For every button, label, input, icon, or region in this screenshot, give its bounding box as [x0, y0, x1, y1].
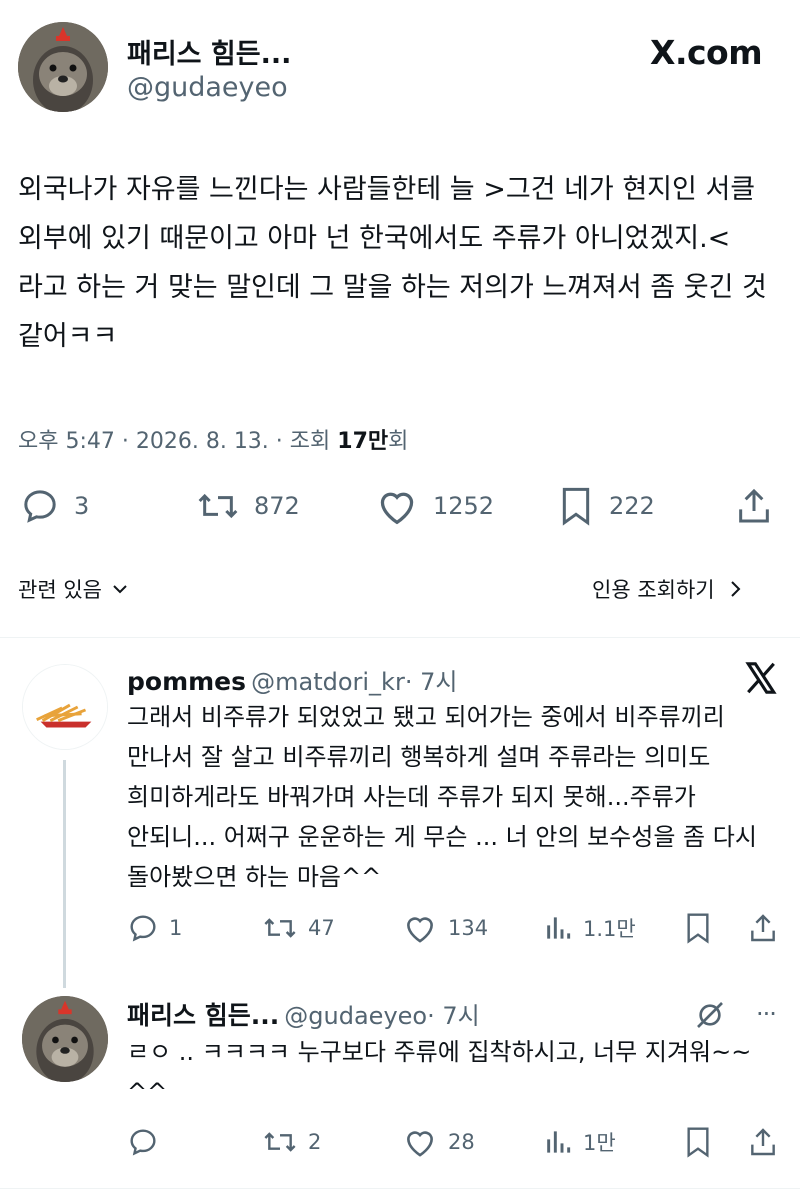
reply-text: 그래서 비주류가 되었었고 됐고 되어가는 중에서 비주류끼리 만나서 잘 살고…: [127, 703, 757, 891]
reply-reply-button[interactable]: [127, 1126, 169, 1158]
reply-age[interactable]: · 7시: [405, 668, 458, 696]
otter-avatar-icon: [22, 996, 108, 1082]
reply-reply-button[interactable]: 1: [127, 912, 182, 944]
reply-icon: [130, 915, 156, 942]
bookmark-icon: [687, 913, 709, 944]
retweet-count: 872: [254, 492, 300, 520]
bookmark-icon: [687, 1127, 709, 1158]
reply-reply-count: 1: [169, 916, 183, 940]
reply-bookmark-button[interactable]: [683, 912, 713, 944]
reply-icon: [24, 490, 56, 523]
tweet-timestamp[interactable]: 오후 5:47 · 2026. 8. 13. · 조회: [18, 429, 337, 454]
retweet-icon: [264, 1132, 296, 1152]
like-button[interactable]: 1252: [375, 486, 494, 526]
x-logo-icon: X.com: [650, 33, 763, 72]
reply-bookmark-button[interactable]: [683, 1126, 713, 1158]
chevron-right-icon: [730, 581, 741, 597]
quote-label: 인용 조회하기: [592, 578, 715, 602]
like-count: 1252: [433, 492, 495, 520]
reply-text: ㄹㅇ .. ㅋㅋㅋㅋ 누구보다 주류에 집착하시고, 너무 지겨워~~ ^^: [127, 1038, 752, 1106]
divider: [0, 1188, 800, 1189]
reply-header: pommes @matdori_kr· 7시: [127, 662, 457, 697]
reply-author-name[interactable]: pommes: [127, 667, 246, 696]
related-label: 관련 있음: [18, 578, 102, 602]
retweet-button[interactable]: 872: [196, 486, 300, 526]
quote-view-link[interactable]: 인용 조회하기: [592, 574, 747, 604]
retweet-icon: [264, 918, 296, 938]
reply-views-button[interactable]: 1만: [543, 1126, 616, 1158]
heart-icon: [380, 492, 414, 525]
heart-icon: [407, 917, 433, 943]
reply-avatar[interactable]: [22, 996, 108, 1082]
bookmark-count: 222: [609, 492, 655, 520]
reply-like-count: 134: [448, 916, 489, 940]
reply-author-name[interactable]: 패리스 힘든...: [127, 1001, 279, 1030]
reply-like-button[interactable]: 28: [402, 1126, 475, 1158]
reply-count: 3: [74, 492, 90, 520]
chevron-down-icon: [113, 585, 127, 594]
tweet-meta: 오후 5:47 · 2026. 8. 13. · 조회 17만회: [18, 423, 408, 455]
reply-avatar[interactable]: [22, 664, 108, 750]
author-name[interactable]: 패리스 힘든...: [127, 32, 291, 71]
share-icon: [739, 488, 769, 523]
more-icon[interactable]: ···: [756, 1000, 777, 1028]
views-bar-icon: [547, 917, 571, 939]
author-handle[interactable]: @gudaeyeo: [127, 72, 288, 103]
retweet-icon: [198, 493, 238, 519]
views-bar-icon: [547, 1131, 571, 1153]
share-button[interactable]: [735, 486, 773, 526]
reply-button[interactable]: 3: [20, 486, 89, 526]
reply-views-button[interactable]: 1.1만: [543, 912, 636, 944]
otter-avatar-icon: [18, 22, 108, 112]
reply-header: 패리스 힘든... @gudaeyeo· 7시: [127, 996, 480, 1032]
reply-views-count: 1만: [583, 1131, 616, 1155]
reply-age[interactable]: · 7시: [427, 1002, 480, 1030]
reply-retweet-button[interactable]: 47: [262, 912, 335, 944]
thread-line: [63, 760, 66, 988]
view-count-suffix: 회: [388, 429, 409, 454]
view-count: 17만: [337, 429, 389, 454]
reply-retweet-button[interactable]: 2: [262, 1126, 321, 1158]
reply-share-button[interactable]: [747, 1126, 779, 1158]
reply-views-count: 1.1만: [583, 917, 636, 941]
author-avatar[interactable]: [18, 22, 108, 112]
fries-avatar-icon: [23, 665, 107, 749]
related-toggle[interactable]: 관련 있음: [18, 574, 132, 604]
reply-share-button[interactable]: [747, 912, 779, 944]
reply-icon: [130, 1129, 156, 1156]
reply-author-handle[interactable]: @matdori_kr: [251, 668, 405, 696]
tweet-text: 외국나가 자유를 느낀다는 사람들한테 늘 >그건 네가 현지인 서클 외부에 …: [18, 174, 767, 352]
reply-retweet-count: 2: [308, 1130, 322, 1154]
bookmark-icon: [562, 487, 590, 526]
reply-like-button[interactable]: 134: [402, 912, 488, 944]
share-icon: [751, 1128, 775, 1156]
bookmark-button[interactable]: 222: [557, 486, 655, 526]
reply-author-handle[interactable]: @gudaeyeo: [284, 1002, 427, 1030]
reply-retweet-count: 47: [308, 916, 335, 940]
share-icon: [751, 914, 775, 942]
heart-icon: [407, 1131, 433, 1157]
divider: [0, 637, 800, 638]
grok-icon[interactable]: [694, 999, 726, 1031]
x-logo-icon: [745, 662, 777, 694]
reply-like-count: 28: [448, 1130, 475, 1154]
